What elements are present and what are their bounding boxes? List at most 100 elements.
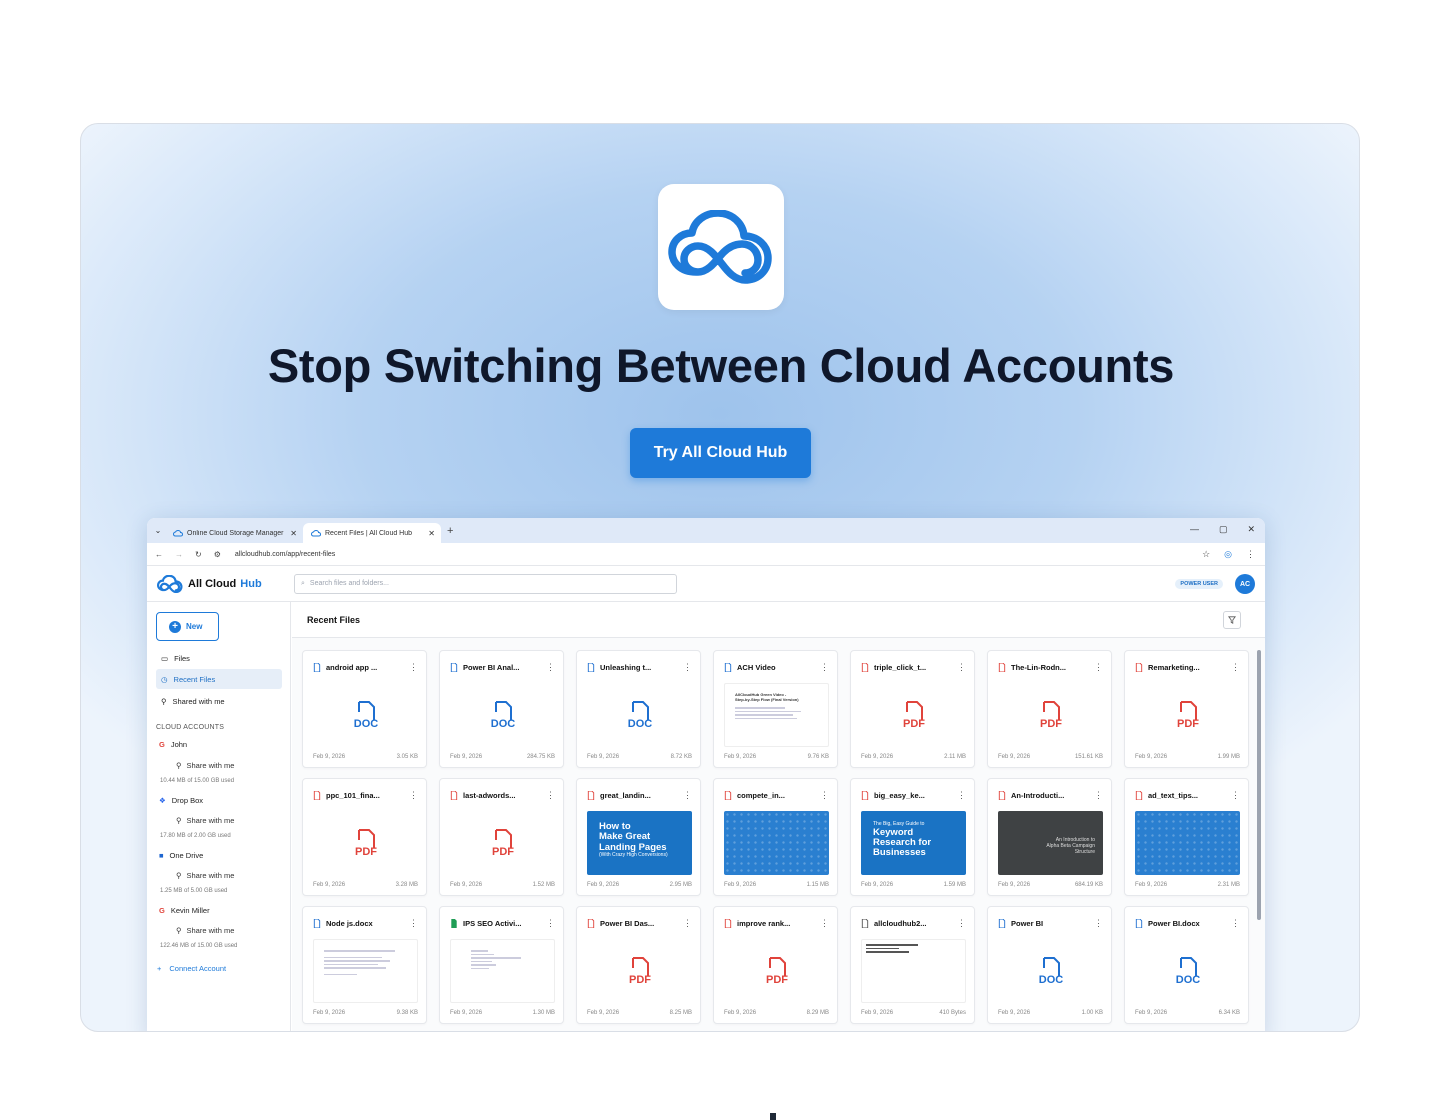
account-john[interactable]: G John: [159, 740, 187, 749]
more-vertical-icon[interactable]: ⋮: [957, 662, 966, 673]
avatar[interactable]: AC: [1235, 574, 1255, 594]
browser-tab-title: Recent Files | All Cloud Hub: [325, 529, 413, 537]
app-brand[interactable]: All Cloud Hub: [156, 574, 294, 593]
more-vertical-icon[interactable]: ⋮: [1094, 918, 1103, 929]
search-input[interactable]: ⌕ Search files and folders...: [294, 573, 677, 594]
file-card[interactable]: ACH Video ⋮ AllCloudHub Green Video - Ste…: [713, 650, 838, 768]
file-name: Power BI Anal...: [463, 663, 520, 672]
file-name: ACH Video: [737, 663, 776, 672]
file-card[interactable]: IPS SEO Activi... ⋮ Feb 9, 2026 1.30 MB: [439, 906, 564, 1024]
new-tab-plus-icon[interactable]: +: [447, 525, 453, 537]
file-card[interactable]: great_landin... ⋮ How to Make Great Landin…: [576, 778, 701, 896]
more-vertical-icon[interactable]: ⋮: [957, 918, 966, 929]
account-share-link[interactable]: ⚲ Share with me: [176, 871, 234, 880]
browser-tab-recent-files[interactable]: Recent Files | All Cloud Hub ✕: [303, 523, 441, 543]
account-onedrive[interactable]: ■ One Drive: [159, 851, 203, 860]
close-icon[interactable]: ✕: [290, 529, 297, 538]
more-vertical-icon[interactable]: ⋮: [1231, 918, 1240, 929]
close-icon[interactable]: ✕: [428, 529, 435, 538]
file-preview: PDF: [1135, 683, 1240, 747]
account-share-link[interactable]: ⚲ Share with me: [176, 926, 234, 935]
more-vertical-icon[interactable]: ⋮: [820, 662, 829, 673]
file-preview: PDF: [861, 683, 966, 747]
bookmark-star-icon[interactable]: ☆: [1202, 549, 1210, 560]
file-card[interactable]: Power BI Anal... ⋮ DOC Feb 9, 2026 284.7…: [439, 650, 564, 768]
file-card[interactable]: Power BI Das... ⋮ PDF Feb 9, 2026 8.25 M…: [576, 906, 701, 1024]
filter-button[interactable]: [1223, 611, 1241, 629]
file-card[interactable]: big_easy_ke... ⋮ The Big, Easy Guide to K…: [850, 778, 975, 896]
url-text[interactable]: allcloudhub.com/app/recent-files: [235, 551, 335, 558]
file-card[interactable]: ppc_101_fina... ⋮ PDF Feb 9, 2026 3.28 M…: [302, 778, 427, 896]
more-vertical-icon[interactable]: ⋮: [409, 918, 418, 929]
search-placeholder: Search files and folders...: [309, 580, 389, 587]
reload-icon[interactable]: ↻: [195, 550, 202, 559]
file-card[interactable]: Node js.docx ⋮ Feb 9, 2026 9.38 KB: [302, 906, 427, 1024]
account-share-link[interactable]: ⚲ Share with me: [176, 761, 234, 770]
text-file-thumbnail: [861, 939, 966, 1003]
file-meta: Feb 9, 2026 3.28 MB: [313, 882, 418, 888]
new-button-label: New: [186, 622, 203, 631]
site-settings-icon[interactable]: ⚙: [214, 550, 221, 559]
file-card[interactable]: improve rank... ⋮ PDF Feb 9, 2026 8.29 M…: [713, 906, 838, 1024]
account-kevin-miller[interactable]: G Kevin Miller: [159, 906, 210, 915]
minimize-icon[interactable]: —: [1190, 524, 1199, 535]
more-vertical-icon[interactable]: ⋮: [957, 790, 966, 801]
doc-file-icon: [1135, 919, 1143, 928]
file-card[interactable]: The-Lin-Rodn... ⋮ PDF Feb 9, 2026 151.61…: [987, 650, 1112, 768]
file-card[interactable]: Power BI.docx ⋮ DOC Feb 9, 2026 6.34 KB: [1124, 906, 1249, 1024]
browser-tab-storage-manager[interactable]: Online Cloud Storage Manager ✕: [165, 523, 303, 543]
more-vertical-icon[interactable]: ⋮: [546, 918, 555, 929]
file-card[interactable]: ad_text_tips... ⋮ Feb 9, 2026 2.31 MB: [1124, 778, 1249, 896]
sidebar-item-recent-files[interactable]: ◷ Recent Files: [156, 669, 282, 689]
file-card[interactable]: triple_click_t... ⋮ PDF Feb 9, 2026 2.11…: [850, 650, 975, 768]
more-vertical-icon[interactable]: ⋮: [683, 662, 692, 673]
scrollbar[interactable]: [1257, 650, 1261, 920]
file-card[interactable]: last-adwords... ⋮ PDF Feb 9, 2026 1.52 M…: [439, 778, 564, 896]
file-date: Feb 9, 2026: [724, 882, 757, 888]
brand-name: All Cloud: [188, 577, 237, 590]
more-vertical-icon[interactable]: ⋮: [820, 790, 829, 801]
file-card[interactable]: Unleashing t... ⋮ DOC Feb 9, 2026 8.72 K…: [576, 650, 701, 768]
restore-icon[interactable]: ▢: [1219, 524, 1228, 535]
onedrive-icon: ■: [159, 851, 164, 860]
tab-search-chevron-icon[interactable]: ⌄: [151, 524, 165, 538]
file-preview: [313, 939, 418, 1003]
connect-account-link[interactable]: + Connect Account: [157, 964, 226, 973]
window-close-icon[interactable]: ✕: [1247, 524, 1255, 535]
file-card[interactable]: compete_in... ⋮ Feb 9, 2026 1.15 MB: [713, 778, 838, 896]
file-card[interactable]: An-Introducti... ⋮ An Introduction to Alp…: [987, 778, 1112, 896]
app-header: All Cloud Hub ⌕ Search files and folders.…: [147, 566, 1265, 602]
file-name: big_easy_ke...: [874, 791, 925, 800]
more-vertical-icon[interactable]: ⋮: [1231, 662, 1240, 673]
more-vertical-icon[interactable]: ⋮: [1246, 549, 1255, 560]
account-share-link[interactable]: ⚲ Share with me: [176, 816, 234, 825]
more-vertical-icon[interactable]: ⋮: [1094, 790, 1103, 801]
more-vertical-icon[interactable]: ⋮: [409, 662, 418, 673]
file-card[interactable]: Remarketing... ⋮ PDF Feb 9, 2026 1.99 MB: [1124, 650, 1249, 768]
more-vertical-icon[interactable]: ⋮: [683, 790, 692, 801]
back-arrow-icon[interactable]: ←: [155, 550, 163, 559]
main-content: Recent Files android app ... ⋮ DOC Feb 9…: [292, 602, 1265, 1031]
more-vertical-icon[interactable]: ⋮: [1231, 790, 1240, 801]
new-button[interactable]: + New: [156, 612, 219, 641]
sidebar-item-files[interactable]: ▭ Files: [156, 648, 282, 668]
try-all-cloud-hub-button[interactable]: Try All Cloud Hub: [630, 428, 811, 478]
more-vertical-icon[interactable]: ⋮: [546, 662, 555, 673]
file-meta: Feb 9, 2026 2.95 MB: [587, 882, 692, 888]
clock-icon: ◷: [161, 674, 168, 684]
file-card[interactable]: Power BI ⋮ DOC Feb 9, 2026 1.00 KB: [987, 906, 1112, 1024]
more-vertical-icon[interactable]: ⋮: [820, 918, 829, 929]
file-name: improve rank...: [737, 919, 791, 928]
more-vertical-icon[interactable]: ⋮: [1094, 662, 1103, 673]
more-vertical-icon[interactable]: ⋮: [683, 918, 692, 929]
more-vertical-icon[interactable]: ⋮: [546, 790, 555, 801]
profile-icon[interactable]: ◎: [1224, 549, 1232, 560]
doc-file-icon: [313, 919, 321, 928]
file-preview: DOC: [313, 683, 418, 747]
forward-arrow-icon[interactable]: →: [175, 550, 183, 559]
sidebar-item-shared-with-me[interactable]: ⚲ Shared with me: [156, 691, 282, 711]
account-dropbox[interactable]: ❖ Drop Box: [159, 796, 203, 805]
file-card[interactable]: allcloudhub2... ⋮ Feb 9, 2026 410 Bytes: [850, 906, 975, 1024]
file-card[interactable]: android app ... ⋮ DOC Feb 9, 2026 3.05 K…: [302, 650, 427, 768]
more-vertical-icon[interactable]: ⋮: [409, 790, 418, 801]
